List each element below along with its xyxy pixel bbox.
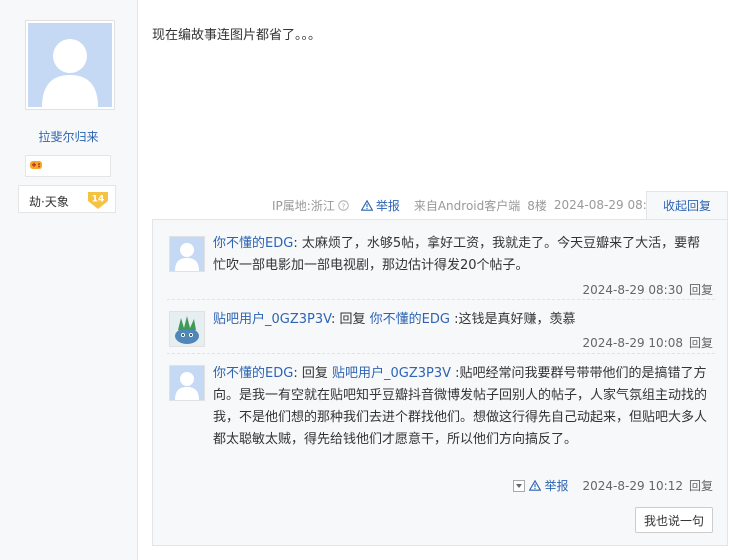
comment-time: 2024-8-29 10:08 <box>582 335 683 350</box>
question-icon[interactable]: ? <box>338 199 349 211</box>
comment-avatar[interactable] <box>169 365 205 401</box>
svg-text:?: ? <box>341 201 345 210</box>
comment-body: 你不懂的EDG: 太麻烦了，水够5帖，拿好工资，我就走了。今天豆瓣来了大活，要帮… <box>213 236 701 273</box>
comment-text: :这钱是真好赚，羡慕 <box>454 312 576 327</box>
dropdown-icon[interactable] <box>513 479 526 492</box>
comment-meta: 2024-8-29 10:08 回复 <box>582 334 713 351</box>
badge-row <box>25 155 111 177</box>
reply-target-link[interactable]: 贴吧用户_0GZ3P3V <box>332 366 451 381</box>
add-comment-button[interactable]: 我也说一句 <box>635 507 713 533</box>
divider <box>167 353 715 354</box>
author-avatar[interactable] <box>25 20 115 110</box>
warning-icon <box>360 199 373 211</box>
monster-avatar-icon <box>170 312 204 346</box>
reply-target-link[interactable]: 你不懂的EDG <box>370 312 450 327</box>
warning-icon <box>529 480 542 491</box>
default-avatar-icon <box>170 366 204 400</box>
comment-avatar[interactable] <box>169 236 205 272</box>
divider <box>167 299 715 300</box>
comment-user-link[interactable]: 贴吧用户_0GZ3P3V <box>213 312 331 327</box>
comment-report-link[interactable]: 举报 <box>529 477 568 494</box>
reply-prefix: 回复 <box>339 312 366 327</box>
comment-body: 你不懂的EDG: 回复 贴吧用户_0GZ3P3V :贴吧经常问我要群号带带他们的… <box>213 366 708 447</box>
comment-time: 2024-8-29 08:30 <box>582 282 683 297</box>
level-number: 14 <box>92 195 105 205</box>
collapse-replies-button[interactable]: 收起回复 <box>646 191 728 220</box>
default-avatar-icon <box>28 23 112 107</box>
author-name-link[interactable]: 拉斐尔归来 <box>0 128 137 145</box>
reply-prefix: 回复 <box>301 366 328 381</box>
level-badge-icon: 14 <box>88 192 108 209</box>
author-panel: 拉斐尔归来 劫·天象 14 <box>0 0 138 560</box>
floor-number: 8楼 <box>527 198 547 213</box>
comment-reply-button[interactable]: 回复 <box>689 477 713 494</box>
report-link[interactable]: 举报 <box>360 197 407 214</box>
comment-meta: 2024-8-29 08:30 回复 <box>582 281 713 298</box>
report-label: 举报 <box>375 198 400 213</box>
default-avatar-icon <box>170 237 204 271</box>
comment-user-link[interactable]: 你不懂的EDG <box>213 236 293 251</box>
comment-body: 贴吧用户_0GZ3P3V: 回复 你不懂的EDG :这钱是真好赚，羡慕 <box>213 312 576 327</box>
gamepad-icon[interactable] <box>29 159 43 171</box>
post-content: 现在编故事连图片都省了。。。 <box>152 28 322 43</box>
comment-meta: 举报 2024-8-29 10:12 回复 <box>513 477 713 494</box>
comment-reply-button[interactable]: 回复 <box>689 281 713 298</box>
member-level[interactable]: 劫·天象 14 <box>18 185 116 213</box>
post-tail: IP属地:浙江 ? 举报 来自Android客户端 8楼 2024-08-29 … <box>272 191 669 219</box>
post-source: 来自Android客户端 <box>413 198 521 213</box>
comment-list: 你不懂的EDG: 太麻烦了，水够5帖，拿好工资，我就走了。今天豆瓣来了大活，要帮… <box>152 219 728 546</box>
comment-time: 2024-8-29 10:12 <box>582 478 683 493</box>
comment-reply-button[interactable]: 回复 <box>689 334 713 351</box>
ip-location: IP属地:浙江 <box>272 198 335 213</box>
comment-user-link[interactable]: 你不懂的EDG <box>213 366 293 381</box>
level-title: 劫·天象 <box>29 195 69 209</box>
report-label: 举报 <box>544 479 569 493</box>
comment-avatar[interactable] <box>169 311 205 347</box>
